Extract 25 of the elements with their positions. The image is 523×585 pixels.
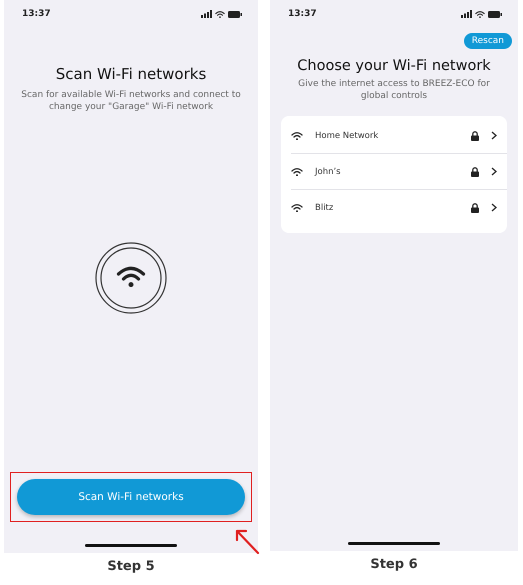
- chevron-right-icon: [491, 131, 497, 140]
- screen-title: Scan Wi-Fi networks: [56, 65, 206, 83]
- signal-icon: [461, 10, 472, 18]
- status-time: 13:37: [22, 9, 51, 19]
- battery-icon: [488, 10, 502, 18]
- network-item[interactable]: Blitz: [291, 190, 507, 225]
- battery-icon: [228, 10, 242, 18]
- pointer-arrow-icon: [234, 527, 260, 555]
- network-item[interactable]: John’s: [291, 154, 507, 190]
- status-time: 13:37: [288, 9, 317, 19]
- screen-title: Choose your Wi-Fi network: [297, 58, 491, 74]
- chevron-right-icon: [491, 203, 497, 212]
- screen-subtitle: Scan for available Wi-Fi networks and connect to change your "Garage" Wi-Fi network: [20, 89, 242, 113]
- signal-icon: [201, 10, 212, 18]
- chevron-right-icon: [491, 167, 497, 176]
- wifi-icon: [291, 167, 303, 176]
- step-caption: Step 5: [107, 559, 155, 574]
- wifi-icon: [215, 10, 225, 18]
- wifi-icon: [291, 203, 303, 212]
- step-caption: Step 6: [370, 557, 418, 572]
- network-item[interactable]: Home Network: [291, 118, 507, 154]
- wifi-icon: [475, 10, 485, 18]
- screen-subtitle: Give the internet access to BREEZ-ECO for global controls: [297, 78, 491, 102]
- wifi-icon: [95, 242, 167, 314]
- wifi-icon: [291, 131, 303, 140]
